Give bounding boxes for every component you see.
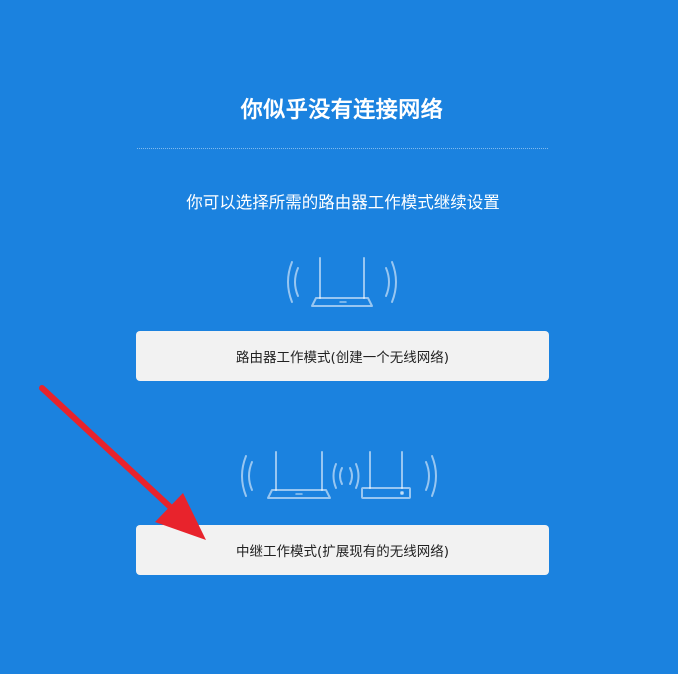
router-mode-label: 路由器工作模式(创建一个无线网络) [235, 350, 450, 366]
router-mode-button[interactable]: 路由器工作模式(创建一个无线网络) [136, 331, 549, 381]
repeater-mode-label: 中继工作模式(扩展现有的无线网络) [235, 544, 450, 560]
repeater-mode-button[interactable]: 中继工作模式(扩展现有的无线网络) [136, 525, 549, 575]
page-title: 你似乎没有连接网络 [240, 98, 444, 123]
repeater-routers-wifi-icon [238, 446, 446, 506]
page-subtitle: 你可以选择所需的路由器工作模式继续设置 [186, 193, 500, 212]
single-router-wifi-icon [282, 254, 402, 312]
title-divider [137, 148, 548, 149]
